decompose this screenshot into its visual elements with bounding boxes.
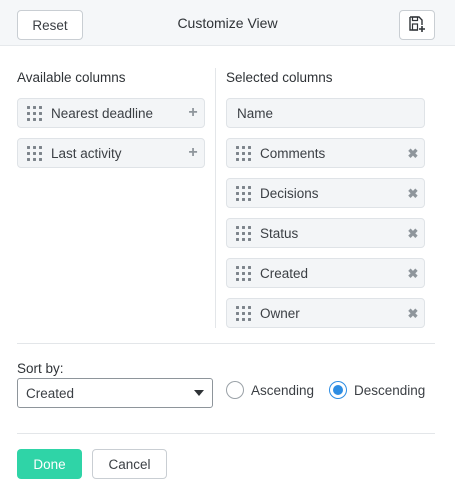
sort-by-select[interactable]: Created xyxy=(17,378,213,408)
remove-icon[interactable]: ✖ xyxy=(402,147,424,160)
selected-item-owner[interactable]: Owner ✖ xyxy=(226,298,425,328)
radio-button[interactable] xyxy=(329,381,347,399)
section-divider xyxy=(17,343,435,344)
footer-divider xyxy=(17,433,435,434)
available-item-last-activity[interactable]: Last activity + xyxy=(17,138,205,168)
selected-columns-heading: Selected columns xyxy=(226,70,333,85)
selected-item-comments[interactable]: Comments ✖ xyxy=(226,138,425,168)
drag-handle-icon[interactable] xyxy=(236,305,252,321)
column-label: Name xyxy=(237,105,274,121)
selected-item-created[interactable]: Created ✖ xyxy=(226,258,425,288)
radio-label: Ascending xyxy=(251,382,315,398)
radio-button[interactable] xyxy=(226,381,244,399)
remove-icon[interactable]: ✖ xyxy=(402,227,424,240)
radio-selected-dot xyxy=(333,385,343,395)
drag-handle-icon[interactable] xyxy=(236,265,252,281)
done-button[interactable]: Done xyxy=(17,449,82,479)
plus-icon[interactable]: + xyxy=(182,105,204,121)
remove-icon[interactable]: ✖ xyxy=(402,267,424,280)
column-label: Nearest deadline xyxy=(51,105,154,121)
drag-handle-icon[interactable] xyxy=(236,185,252,201)
remove-icon[interactable]: ✖ xyxy=(402,187,424,200)
drag-handle-icon[interactable] xyxy=(27,105,43,121)
dialog-header: Reset Customize View xyxy=(0,0,455,46)
available-item-nearest-deadline[interactable]: Nearest deadline + xyxy=(17,98,205,128)
column-label: Last activity xyxy=(51,145,122,161)
available-columns-heading: Available columns xyxy=(17,70,126,85)
cancel-button[interactable]: Cancel xyxy=(92,449,167,479)
selected-item-decisions[interactable]: Decisions ✖ xyxy=(226,178,425,208)
sort-ascending-radio[interactable]: Ascending xyxy=(226,381,314,399)
radio-label: Descending xyxy=(354,382,426,398)
plus-icon[interactable]: + xyxy=(182,145,204,161)
drag-handle-icon[interactable] xyxy=(236,145,252,161)
column-label: Decisions xyxy=(260,185,319,201)
column-label: Status xyxy=(260,225,299,241)
save-view-button[interactable] xyxy=(399,10,435,40)
dialog-title: Customize View xyxy=(177,15,278,31)
sort-by-value: Created xyxy=(26,385,75,401)
drag-handle-icon[interactable] xyxy=(236,225,252,241)
caret-down-icon xyxy=(194,390,204,396)
sort-by-label: Sort by: xyxy=(17,361,64,376)
selected-item-status[interactable]: Status ✖ xyxy=(226,218,425,248)
column-label: Created xyxy=(260,265,309,281)
drag-handle-icon[interactable] xyxy=(27,145,43,161)
selected-item-name: Name xyxy=(226,98,425,128)
column-divider xyxy=(215,68,216,328)
save-add-icon xyxy=(408,15,426,36)
column-label: Owner xyxy=(260,305,300,321)
remove-icon[interactable]: ✖ xyxy=(402,307,424,320)
column-label: Comments xyxy=(260,145,326,161)
sort-descending-radio[interactable]: Descending xyxy=(329,381,425,399)
